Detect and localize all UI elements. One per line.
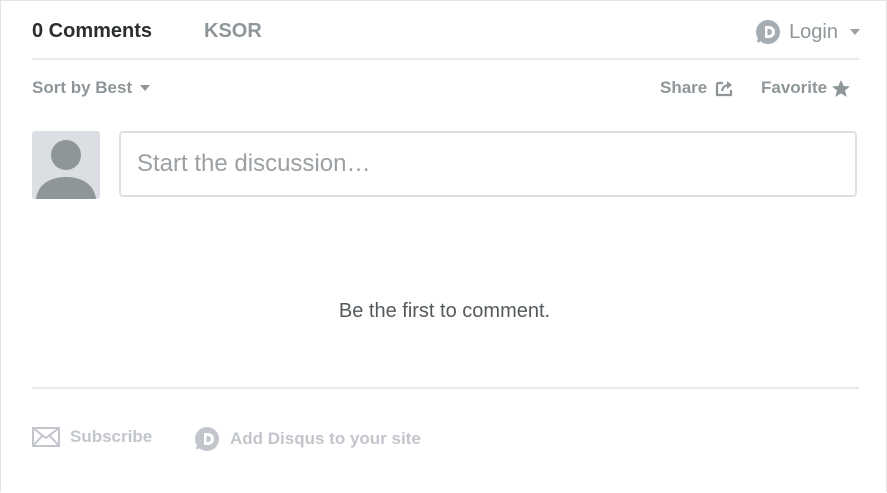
- favorite-button[interactable]: Favorite: [761, 78, 851, 98]
- sort-dropdown[interactable]: Sort by Best: [32, 78, 151, 98]
- share-button[interactable]: Share: [660, 78, 735, 98]
- login-label: Login: [789, 20, 838, 43]
- add-disqus-link[interactable]: Add Disqus to your site: [194, 426, 421, 452]
- tab-comments-count[interactable]: 0 Comments: [32, 20, 152, 43]
- tab-community[interactable]: KSOR: [204, 20, 262, 43]
- empty-state-message: Be the first to comment.: [338, 300, 551, 322]
- subscribe-label: Subscribe: [70, 427, 153, 446]
- envelope-icon: [32, 427, 60, 447]
- disqus-logo-icon: [195, 427, 219, 451]
- login-menu[interactable]: Login: [755, 19, 860, 45]
- share-icon: [716, 81, 733, 97]
- add-disqus-label: Add Disqus to your site: [230, 429, 421, 448]
- sort-label: Sort by Best: [32, 78, 133, 97]
- chevron-down-icon: [140, 85, 151, 91]
- subscribe-link[interactable]: Subscribe: [32, 427, 152, 447]
- disqus-thread-container: 0 Comments KSOR Login Sort by Best Share…: [0, 0, 887, 492]
- avatar: [32, 131, 100, 199]
- disqus-logo-icon: [756, 20, 781, 44]
- default-avatar-icon: [32, 131, 100, 199]
- star-icon: [832, 79, 851, 97]
- footer-divider: [32, 387, 859, 389]
- favorite-label: Favorite: [761, 78, 828, 97]
- share-label: Share: [660, 78, 708, 97]
- nav-divider: [32, 58, 859, 60]
- discussion-input[interactable]: [119, 131, 857, 197]
- chevron-down-icon: [850, 29, 860, 35]
